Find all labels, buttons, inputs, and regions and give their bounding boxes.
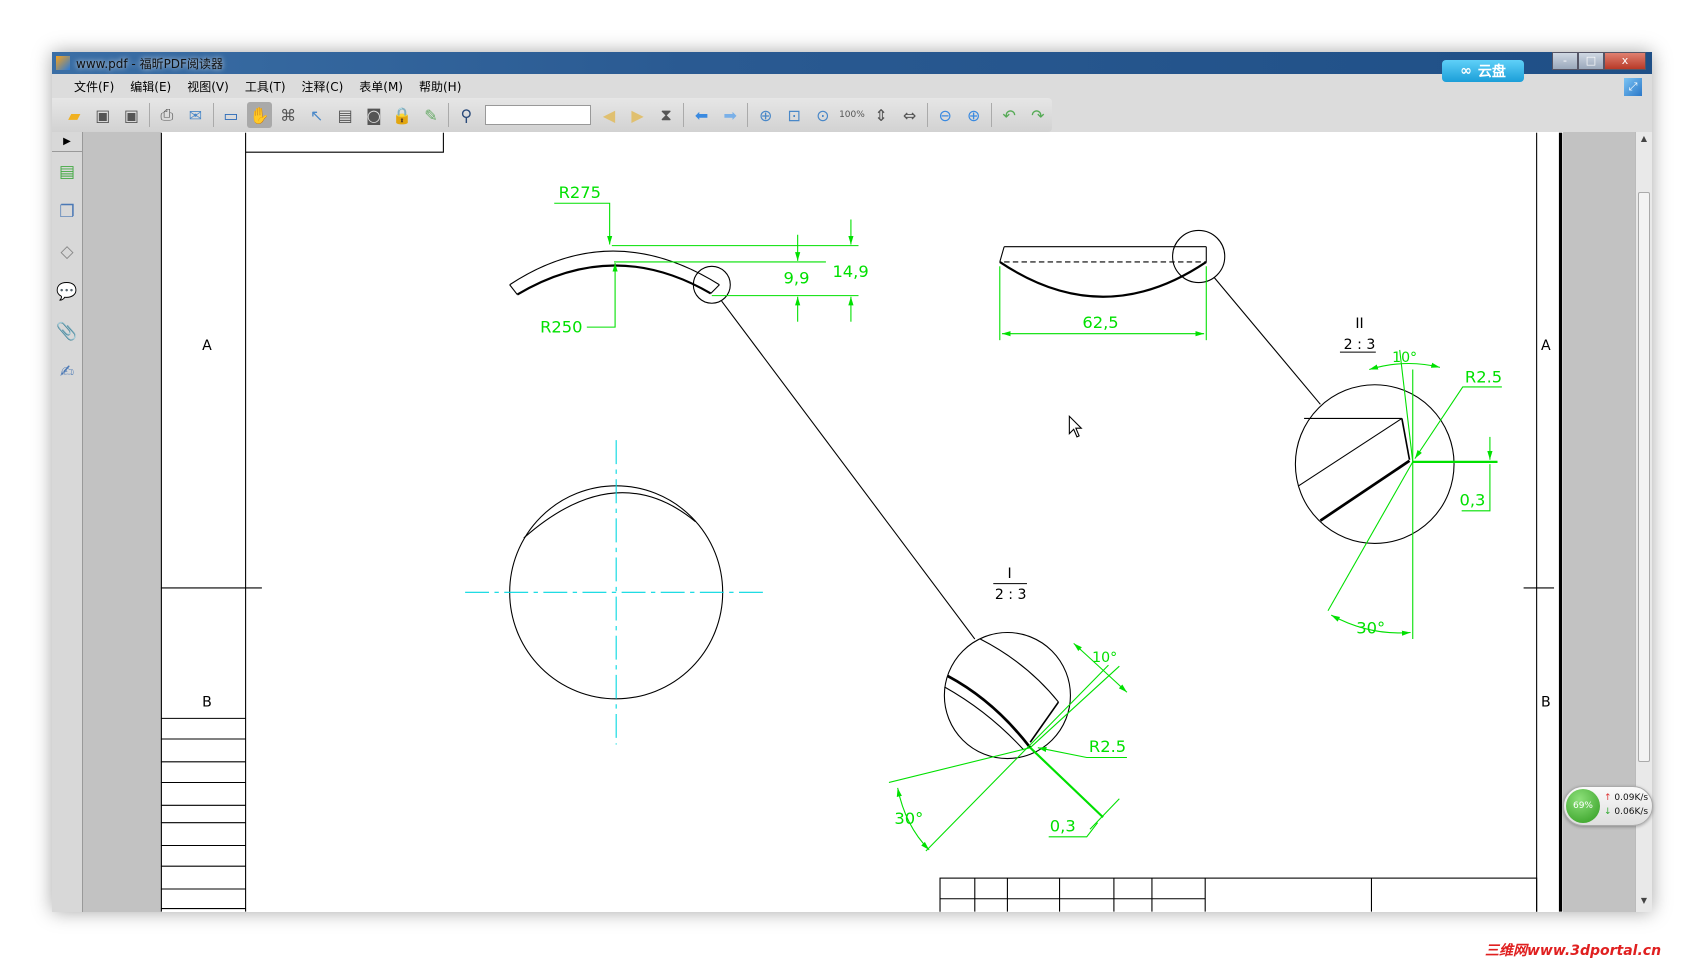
download-arrow-icon: ↓: [1604, 807, 1612, 817]
menu-form[interactable]: 表单(M): [351, 78, 411, 95]
download-speed: 0.06K/s: [1614, 807, 1649, 817]
navigation-sidebar: ▶ ▤ ❐ ◇ 💬 📎 ✍: [52, 132, 83, 912]
layers-icon[interactable]: ◇: [52, 232, 82, 272]
upload-speed: 0.09K/s: [1614, 793, 1649, 803]
menu-bar: 文件(F) 编辑(E) 视图(V) 工具(T) 注释(C) 表单(M) 帮助(H…: [52, 74, 1652, 98]
maximize-button[interactable]: □: [1578, 52, 1604, 70]
upload-arrow-icon: ↑: [1604, 793, 1612, 803]
minimize-button[interactable]: -: [1552, 52, 1578, 70]
watermark: 三维网www.3dportal.cn: [1485, 943, 1662, 959]
menu-help[interactable]: 帮助(H): [411, 78, 469, 95]
print-icon[interactable]: ⎙: [155, 102, 180, 128]
app-window: www.pdf - 福昕PDF阅读器 - □ x ∞ 云盘 文件(F) 编辑(E)…: [52, 52, 1652, 912]
reading-glasses-icon[interactable]: ⌘: [276, 102, 301, 128]
zoom-out-minus-icon[interactable]: ⊖: [933, 102, 958, 128]
rotate-left-icon[interactable]: ↶: [997, 102, 1022, 128]
rotate-right-icon[interactable]: ↷: [1025, 102, 1050, 128]
menu-comment[interactable]: 注释(C): [294, 78, 352, 95]
sidebar-toggle-icon[interactable]: ▶: [52, 132, 82, 152]
menu-tools[interactable]: 工具(T): [237, 78, 294, 95]
toolbar: ▰ ▣ ▣ ⎙ ✉ ▭ ✋ ⌘ ↖ ▤ ◙ 🔒 ✎ ⚲ ◀ ▶ ⧗ ⬅ ➡ ⊕ …: [52, 98, 1052, 132]
save-as-icon[interactable]: ▣: [119, 102, 144, 128]
email-icon[interactable]: ✉: [183, 102, 208, 128]
loupe-icon[interactable]: ⊙: [811, 102, 836, 128]
save-icon[interactable]: ▣: [91, 102, 116, 128]
title-bar: www.pdf - 福昕PDF阅读器 - □ x: [52, 52, 1652, 74]
menu-view[interactable]: 视图(V): [179, 78, 237, 95]
scroll-up-icon[interactable]: ▲: [1636, 134, 1652, 148]
scroll-down-icon[interactable]: ▼: [1636, 896, 1652, 910]
next-result-icon[interactable]: ▶: [625, 102, 650, 128]
actual-size-icon[interactable]: 100%: [839, 102, 865, 128]
sign-pen-icon[interactable]: ✎: [419, 102, 444, 128]
find-options-icon[interactable]: ⧗: [654, 102, 679, 128]
comments-icon[interactable]: 💬: [52, 272, 82, 312]
zoom-in-plus-icon[interactable]: ⊕: [961, 102, 986, 128]
marquee-zoom-icon[interactable]: ⊡: [782, 102, 807, 128]
memory-percent: 69%: [1566, 789, 1600, 823]
rms-lock-icon[interactable]: 🔒: [390, 102, 415, 128]
fullscreen-icon[interactable]: ▭: [219, 102, 244, 128]
select-arrow-icon[interactable]: ↖: [304, 102, 329, 128]
attachments-icon[interactable]: 📎: [52, 312, 82, 352]
prev-result-icon[interactable]: ◀: [597, 102, 622, 128]
menu-edit[interactable]: 编辑(E): [122, 78, 179, 95]
zoom-in-icon[interactable]: ⊕: [753, 102, 778, 128]
fit-page-icon[interactable]: ⇕: [869, 102, 894, 128]
close-button[interactable]: x: [1604, 52, 1646, 70]
text-select-icon[interactable]: ▤: [333, 102, 358, 128]
hand-tool-icon[interactable]: ✋: [247, 102, 272, 128]
forward-arrow-icon[interactable]: ➡: [718, 102, 743, 128]
window-title: www.pdf - 福昕PDF阅读器: [76, 56, 223, 71]
search-input[interactable]: [484, 105, 591, 125]
bookmarks-icon[interactable]: ▤: [52, 152, 82, 192]
signature-icon[interactable]: ✍: [52, 352, 82, 392]
back-arrow-icon[interactable]: ⬅: [689, 102, 714, 128]
snapshot-camera-icon[interactable]: ◙: [362, 102, 387, 128]
find-binoculars-icon[interactable]: ⚲: [454, 102, 479, 128]
pages-icon[interactable]: ❐: [52, 192, 82, 232]
menu-file[interactable]: 文件(F): [66, 78, 122, 95]
open-folder-icon[interactable]: ▰: [62, 102, 87, 128]
app-icon: [56, 56, 70, 70]
scroll-thumb[interactable]: [1638, 192, 1650, 762]
network-monitor-widget[interactable]: 69% ↑ 0.09K/s ↓ 0.06K/s: [1563, 786, 1653, 826]
fit-width-icon[interactable]: ⇔: [897, 102, 922, 128]
pdf-page: [161, 132, 1563, 912]
expand-icon[interactable]: ⤢: [1624, 78, 1642, 96]
